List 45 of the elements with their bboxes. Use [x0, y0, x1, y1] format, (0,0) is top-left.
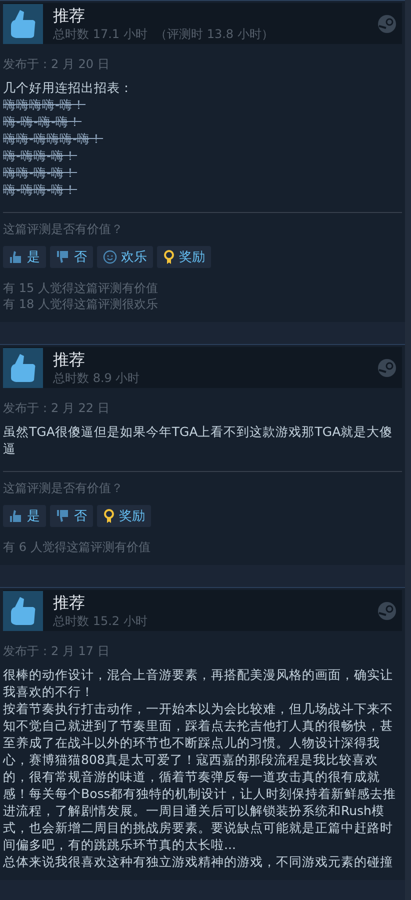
review-text: 嗨-嗨嗨-嗨！ [3, 147, 78, 164]
smiley-icon [103, 250, 117, 264]
review-text: 按着节奏执行打击动作，一开始本以为会比较难，但几场战斗下来不知不觉自己就进到了节奏里面，踩着点去抡吉他打人真的很畅快，甚至养成了在战斗以外的环节也不断踩点儿的习惯。人物设计深得我心，赛博猫猫808真是太可爱了！寇西嘉的那段流程是我比较喜欢的，很有常规音游的味道，循着节奏弹反每一道攻击真的很有成就感！每关每个Boss都有独特的机制设计，让人时刻保持着新鲜感去推进流程，了解剧情发展。一周目通关后可以解锁装扮系统和Rush模式，也会新增二周目的挑战房要素。要说缺点可能就是正篇中赶路时间偏多吧，有的跳跳乐环节真的太长啦... [3, 700, 398, 853]
helpful-question: 这篇评测是否有价值？ [3, 480, 124, 497]
vote-button[interactable]: 否 [50, 505, 93, 527]
vote-count: 有 6 人觉得这篇评测有价值 [3, 539, 152, 555]
thumbs-down-icon [56, 509, 70, 523]
review-text: 虽然TGA很傻逼但是如果今年TGA上看不到这款游戏那TGA就是大傻逼 [3, 423, 394, 457]
vote-button[interactable]: 是 [3, 505, 46, 527]
thumbs-up-icon [3, 590, 43, 630]
vote-count: 有 18 人觉得这篇评测很欢乐 [3, 296, 159, 312]
steam-icon [378, 358, 396, 376]
playtime-text: 总时数 8.9 小时 [53, 370, 141, 386]
thumbs-down-icon [56, 250, 70, 264]
verdict-title: 推荐 [53, 6, 86, 26]
post-date: 发布于：2 月 20 日 [3, 56, 110, 73]
review-text: 嗨嗨嗨嗨-嗨！ [3, 96, 87, 113]
review-text: 嗨嗨-嗨-嗨！ [3, 164, 78, 181]
vote-button[interactable]: 欢乐 [97, 246, 153, 268]
post-date: 发布于：2 月 17 日 [3, 643, 110, 660]
thumbs-up-icon [3, 4, 43, 44]
vote-button[interactable]: 否 [50, 246, 93, 268]
review-text: 总体来说我很喜欢这种有独立游戏精神的游戏，不同游戏元素的碰撞 [3, 853, 394, 870]
thumbs-up-icon [9, 250, 23, 264]
thumbs-up-icon [3, 348, 43, 388]
medal-icon [103, 508, 115, 524]
vote-button[interactable]: 是 [3, 246, 46, 268]
post-date: 发布于：2 月 22 日 [3, 400, 110, 417]
verdict-title: 推荐 [53, 350, 86, 370]
playtime-text: 总时数 17.1 小时 （评测时 13.8 小时） [53, 26, 274, 42]
thumbs-up-icon [9, 509, 23, 523]
playtime-text: 总时数 15.2 小时 [53, 612, 148, 628]
verdict-title: 推荐 [53, 592, 86, 612]
vote-button[interactable]: 奖励 [97, 505, 151, 527]
review-text: 嗨-嗨-嗨-嗨！ [3, 113, 83, 130]
steam-icon [378, 14, 396, 32]
review-text: 很棒的动作设计，混合上音游要素，再搭配美漫风格的画面，确实让我喜欢的不行！ [3, 666, 394, 700]
steam-icon [378, 602, 396, 620]
vote-button[interactable]: 奖励 [157, 246, 211, 268]
helpful-question: 这篇评测是否有价值？ [3, 221, 124, 238]
review-text: 几个好用连招出招表： [3, 79, 134, 96]
review-text: 嗨嗨-嗨嗨嗨-嗨！ [3, 130, 104, 147]
vote-count: 有 15 人觉得这篇评测有价值 [3, 280, 159, 296]
medal-icon [163, 250, 175, 264]
review-text: 嗨-嗨嗨-嗨！ [3, 181, 78, 198]
